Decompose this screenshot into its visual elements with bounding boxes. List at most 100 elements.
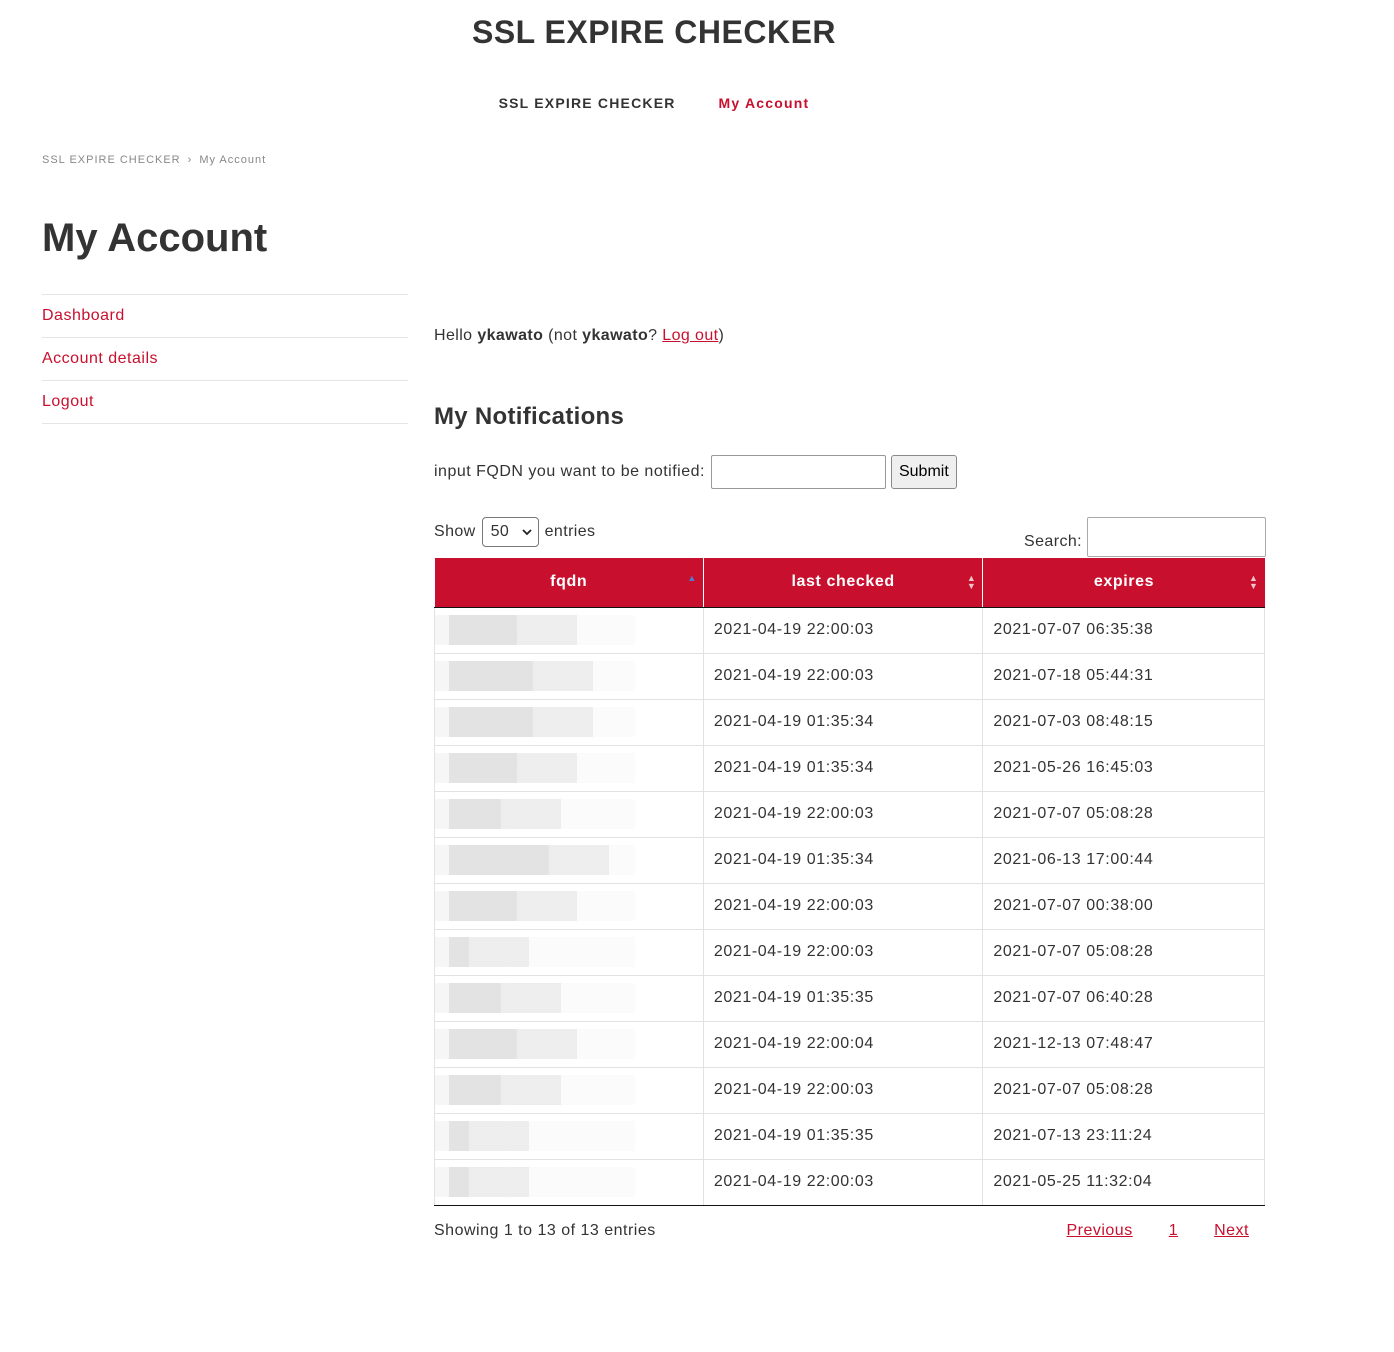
table-search-control: Search:	[1024, 517, 1266, 557]
cell-last-checked: 2021-04-19 22:00:03	[703, 653, 984, 700]
cell-last-checked: 2021-04-19 01:35:34	[703, 699, 984, 746]
cell-expires: 2021-05-26 16:45:03	[982, 745, 1265, 792]
table-row: 2021-04-19 01:35:35 2021-07-07 06:40:28	[434, 975, 1265, 1022]
cell-fqdn	[434, 607, 704, 654]
greeting-not: (not	[548, 327, 578, 344]
account-nav-account-details[interactable]: Account details	[42, 338, 408, 381]
cell-expires: 2021-07-07 06:40:28	[982, 975, 1265, 1022]
notifications-table: fqdn ▲ last checked ▲ ▼ expires ▲ ▼ 2021-0…	[434, 558, 1265, 1206]
greeting-username: ykawato	[477, 327, 544, 344]
cell-fqdn	[434, 975, 704, 1022]
cell-last-checked: 2021-04-19 01:35:34	[703, 837, 984, 884]
redacted-fqdn	[435, 845, 635, 875]
account-content: Hello ykawato (not ykawato? Log out) My …	[434, 320, 1266, 1240]
redacted-fqdn	[435, 891, 635, 921]
account-nav-logout[interactable]: Logout	[42, 381, 408, 424]
cell-fqdn	[434, 929, 704, 976]
redacted-fqdn	[435, 753, 635, 783]
greeting-question: ?	[648, 327, 658, 344]
site-title: SSL EXPIRE CHECKER	[471, 14, 837, 50]
table-row: 2021-04-19 22:00:03 2021-05-25 11:32:04	[434, 1159, 1265, 1206]
sort-both-icon: ▲ ▼	[1248, 573, 1259, 591]
cell-fqdn	[434, 1067, 704, 1114]
table-row: 2021-04-19 22:00:03 2021-07-07 05:08:28	[434, 791, 1265, 838]
table-row: 2021-04-19 22:00:03 2021-07-07 06:35:38	[434, 607, 1265, 654]
pagination-previous[interactable]: Previous	[1066, 1222, 1132, 1240]
table-row: 2021-04-19 22:00:04 2021-12-13 07:48:47	[434, 1021, 1265, 1068]
table-search-input[interactable]	[1087, 517, 1266, 557]
cell-fqdn	[434, 1021, 704, 1068]
fqdn-input[interactable]	[710, 455, 886, 489]
account-nav: Dashboard Account details Logout	[42, 294, 408, 424]
breadcrumb-separator: ›	[187, 154, 193, 166]
entries-select[interactable]: 50	[481, 517, 539, 547]
table-header-row: fqdn ▲ last checked ▲ ▼ expires ▲ ▼	[434, 558, 1265, 608]
submit-button[interactable]: Submit	[890, 455, 957, 489]
breadcrumb-home[interactable]: SSL EXPIRE CHECKER	[42, 154, 181, 166]
table-row: 2021-04-19 01:35:34 2021-07-03 08:48:15	[434, 699, 1265, 746]
column-header-last-checked-label: last checked	[791, 573, 895, 591]
cell-fqdn	[434, 791, 704, 838]
nav-home-link[interactable]: SSL EXPIRE CHECKER	[499, 95, 676, 111]
redacted-fqdn	[435, 661, 635, 691]
sort-asc-icon: ▲	[687, 573, 697, 583]
sort-both-icon: ▲ ▼	[966, 573, 977, 591]
breadcrumb: SSL EXPIRE CHECKER › My Account	[42, 154, 266, 166]
main-nav: SSL EXPIRE CHECKER My Account	[0, 95, 1308, 111]
cell-fqdn	[434, 1113, 704, 1160]
pagination-page-1[interactable]: 1	[1169, 1222, 1178, 1240]
cell-expires: 2021-07-03 08:48:15	[982, 699, 1265, 746]
cell-last-checked: 2021-04-19 22:00:03	[703, 607, 984, 654]
cell-expires: 2021-06-13 17:00:44	[982, 837, 1265, 884]
column-header-fqdn-label: fqdn	[550, 573, 588, 591]
cell-expires: 2021-07-18 05:44:31	[982, 653, 1265, 700]
cell-expires: 2021-07-07 06:35:38	[982, 607, 1265, 654]
cell-expires: 2021-07-07 05:08:28	[982, 791, 1265, 838]
table-info: Showing 1 to 13 of 13 entries	[434, 1221, 656, 1239]
chevron-down-icon	[521, 523, 532, 541]
cell-last-checked: 2021-04-19 22:00:03	[703, 883, 984, 930]
column-header-last-checked[interactable]: last checked ▲ ▼	[703, 558, 984, 608]
table-row: 2021-04-19 22:00:03 2021-07-07 00:38:00	[434, 883, 1265, 930]
cell-last-checked: 2021-04-19 22:00:03	[703, 929, 984, 976]
entries-length-control: Show 50 entries	[434, 517, 595, 547]
greeting: Hello ykawato (not ykawato? Log out)	[434, 320, 1266, 352]
redacted-fqdn	[435, 615, 635, 645]
pagination: Previous 1 Next	[1066, 1222, 1249, 1240]
greeting-close: )	[718, 327, 725, 344]
redacted-fqdn	[435, 983, 635, 1013]
cell-fqdn	[434, 653, 704, 700]
cell-fqdn	[434, 1159, 704, 1206]
entries-label: entries	[544, 523, 596, 540]
redacted-fqdn	[435, 1075, 635, 1105]
table-controls: Show 50 entries Search:	[434, 517, 1266, 557]
cell-expires: 2021-07-07 05:08:28	[982, 1067, 1265, 1114]
column-header-expires[interactable]: expires ▲ ▼	[982, 558, 1265, 608]
cell-expires: 2021-07-13 23:11:24	[982, 1113, 1265, 1160]
fqdn-form: input FQDN you want to be notified: Subm…	[434, 455, 1266, 489]
redacted-fqdn	[435, 799, 635, 829]
table-row: 2021-04-19 01:35:34 2021-05-26 16:45:03	[434, 745, 1265, 792]
logout-link[interactable]: Log out	[662, 327, 718, 344]
show-label: Show	[434, 523, 476, 540]
page-title: My Account	[42, 216, 268, 260]
redacted-fqdn	[435, 1167, 635, 1197]
column-header-expires-label: expires	[1093, 573, 1155, 591]
cell-last-checked: 2021-04-19 22:00:04	[703, 1021, 984, 1068]
cell-fqdn	[434, 699, 704, 746]
account-nav-dashboard[interactable]: Dashboard	[42, 295, 408, 338]
cell-fqdn	[434, 837, 704, 884]
cell-expires: 2021-12-13 07:48:47	[982, 1021, 1265, 1068]
table-footer: Showing 1 to 13 of 13 entries Previous 1…	[434, 1222, 1266, 1240]
cell-fqdn	[434, 745, 704, 792]
nav-my-account-link[interactable]: My Account	[719, 95, 810, 111]
cell-last-checked: 2021-04-19 01:35:35	[703, 975, 984, 1022]
redacted-fqdn	[435, 1121, 635, 1151]
greeting-username-2: ykawato	[582, 327, 649, 344]
column-header-fqdn[interactable]: fqdn ▲	[434, 558, 704, 608]
cell-last-checked: 2021-04-19 22:00:03	[703, 1067, 984, 1114]
redacted-fqdn	[435, 707, 635, 737]
pagination-next[interactable]: Next	[1214, 1222, 1249, 1240]
redacted-fqdn	[435, 937, 635, 967]
fqdn-label: input FQDN you want to be notified:	[434, 463, 705, 480]
